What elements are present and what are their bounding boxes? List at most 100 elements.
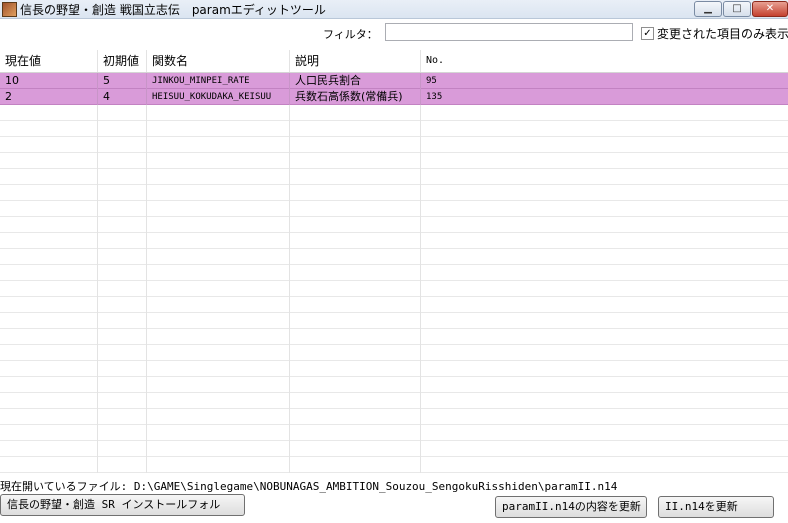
- table-row[interactable]: [0, 313, 788, 329]
- cell-initial[interactable]: [98, 105, 147, 121]
- table-row[interactable]: [0, 153, 788, 169]
- cell-description[interactable]: [290, 137, 421, 153]
- cell-function[interactable]: [147, 393, 290, 409]
- cell-no[interactable]: 135: [421, 89, 788, 105]
- cell-description[interactable]: [290, 329, 421, 345]
- cell-function[interactable]: [147, 121, 290, 137]
- cell-description[interactable]: [290, 105, 421, 121]
- table-row[interactable]: [0, 121, 788, 137]
- table-row[interactable]: [0, 377, 788, 393]
- filter-input[interactable]: [385, 23, 633, 41]
- cell-current[interactable]: [0, 137, 98, 153]
- table-row[interactable]: [0, 409, 788, 425]
- cell-initial[interactable]: [98, 441, 147, 457]
- cell-function[interactable]: [147, 233, 290, 249]
- cell-description[interactable]: [290, 169, 421, 185]
- cell-current[interactable]: [0, 281, 98, 297]
- cell-current[interactable]: [0, 297, 98, 313]
- cell-no[interactable]: [421, 441, 788, 457]
- cell-initial[interactable]: [98, 297, 147, 313]
- cell-initial[interactable]: [98, 233, 147, 249]
- cell-current[interactable]: [0, 201, 98, 217]
- cell-current[interactable]: [0, 425, 98, 441]
- cell-initial[interactable]: [98, 265, 147, 281]
- cell-function[interactable]: [147, 281, 290, 297]
- cell-initial[interactable]: [98, 457, 147, 473]
- update-file-button[interactable]: II.n14を更新: [658, 496, 774, 518]
- cell-initial[interactable]: [98, 137, 147, 153]
- table-row[interactable]: [0, 441, 788, 457]
- table-row[interactable]: [0, 329, 788, 345]
- cell-no[interactable]: 95: [421, 73, 788, 89]
- cell-current[interactable]: [0, 249, 98, 265]
- cell-no[interactable]: [421, 345, 788, 361]
- cell-current[interactable]: [0, 361, 98, 377]
- cell-no[interactable]: [421, 361, 788, 377]
- cell-description[interactable]: [290, 153, 421, 169]
- cell-initial[interactable]: [98, 361, 147, 377]
- cell-description[interactable]: [290, 297, 421, 313]
- table-row[interactable]: [0, 217, 788, 233]
- cell-current[interactable]: [0, 409, 98, 425]
- cell-description[interactable]: [290, 233, 421, 249]
- cell-no[interactable]: [421, 393, 788, 409]
- table-row[interactable]: [0, 345, 788, 361]
- column-header-description[interactable]: 説明: [290, 50, 421, 72]
- cell-function[interactable]: [147, 457, 290, 473]
- cell-function[interactable]: [147, 169, 290, 185]
- close-button[interactable]: ✕: [752, 1, 788, 17]
- cell-current[interactable]: [0, 185, 98, 201]
- cell-function[interactable]: [147, 361, 290, 377]
- cell-current[interactable]: [0, 169, 98, 185]
- cell-description[interactable]: [290, 185, 421, 201]
- cell-no[interactable]: [421, 457, 788, 473]
- cell-function[interactable]: [147, 313, 290, 329]
- cell-function[interactable]: [147, 265, 290, 281]
- cell-no[interactable]: [421, 377, 788, 393]
- cell-function[interactable]: [147, 345, 290, 361]
- table-row[interactable]: [0, 201, 788, 217]
- cell-current[interactable]: [0, 265, 98, 281]
- cell-function[interactable]: [147, 249, 290, 265]
- cell-initial[interactable]: [98, 169, 147, 185]
- cell-current[interactable]: [0, 329, 98, 345]
- cell-function[interactable]: [147, 153, 290, 169]
- cell-initial[interactable]: 4: [98, 89, 147, 105]
- cell-description[interactable]: [290, 441, 421, 457]
- cell-description[interactable]: [290, 265, 421, 281]
- cell-current[interactable]: [0, 441, 98, 457]
- cell-no[interactable]: [421, 265, 788, 281]
- cell-no[interactable]: [421, 297, 788, 313]
- column-header-no[interactable]: No.: [421, 50, 788, 72]
- cell-initial[interactable]: [98, 217, 147, 233]
- cell-function[interactable]: [147, 329, 290, 345]
- cell-description[interactable]: [290, 425, 421, 441]
- cell-initial[interactable]: [98, 201, 147, 217]
- cell-current[interactable]: [0, 393, 98, 409]
- table-row[interactable]: [0, 297, 788, 313]
- cell-no[interactable]: [421, 169, 788, 185]
- column-header-current[interactable]: 現在値: [0, 50, 98, 72]
- cell-function[interactable]: HEISUU_KOKUDAKA_KEISUU: [147, 89, 290, 105]
- cell-current[interactable]: [0, 217, 98, 233]
- cell-description[interactable]: [290, 457, 421, 473]
- cell-description[interactable]: [290, 121, 421, 137]
- cell-function[interactable]: JINKOU_MINPEI_RATE: [147, 73, 290, 89]
- cell-description[interactable]: [290, 201, 421, 217]
- cell-current[interactable]: [0, 377, 98, 393]
- cell-current[interactable]: 10: [0, 73, 98, 89]
- cell-description[interactable]: [290, 249, 421, 265]
- cell-function[interactable]: [147, 105, 290, 121]
- cell-no[interactable]: [421, 185, 788, 201]
- changed-only-checkbox[interactable]: ✓: [641, 27, 654, 40]
- cell-no[interactable]: [421, 217, 788, 233]
- cell-no[interactable]: [421, 121, 788, 137]
- table-row[interactable]: [0, 185, 788, 201]
- table-row[interactable]: [0, 137, 788, 153]
- cell-no[interactable]: [421, 105, 788, 121]
- cell-current[interactable]: [0, 345, 98, 361]
- cell-no[interactable]: [421, 313, 788, 329]
- install-folder-button[interactable]: 信長の野望・創造 SR インストールフォル: [0, 494, 245, 516]
- table-row[interactable]: [0, 457, 788, 473]
- cell-description[interactable]: [290, 361, 421, 377]
